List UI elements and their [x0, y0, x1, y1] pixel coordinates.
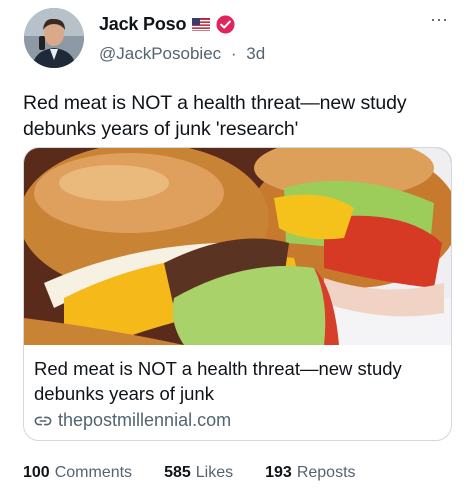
link-icon	[34, 416, 52, 425]
reposts-label: Reposts	[296, 464, 356, 481]
verified-badge-icon	[216, 15, 235, 34]
handle-row: @JackPosobiec · 3d	[99, 44, 265, 64]
likes-stat[interactable]: 585 Likes	[164, 464, 233, 482]
us-flag-icon	[192, 18, 211, 31]
likes-count: 585	[164, 464, 191, 481]
comments-stat[interactable]: 100 Comments	[23, 464, 132, 482]
author-handle[interactable]: @JackPosobiec	[99, 44, 221, 63]
card-domain: thepostmillennial.com	[58, 410, 232, 430]
comments-label: Comments	[54, 464, 133, 481]
reposts-stat[interactable]: 193 Reposts	[265, 464, 355, 482]
card-image[interactable]	[24, 148, 451, 345]
avatar-photo	[24, 8, 84, 68]
link-card[interactable]: Red meat is NOT a health threat—new stud…	[23, 147, 452, 441]
author-name[interactable]: Jack Poso	[99, 14, 186, 35]
card-domain-row[interactable]: thepostmillennial.com	[34, 410, 231, 431]
comments-count: 100	[23, 464, 50, 481]
avatar[interactable]	[24, 8, 84, 68]
more-options-icon[interactable]: ⋯	[430, 10, 449, 31]
likes-label: Likes	[195, 464, 234, 481]
engagement-stats: 100 Comments 585 Likes 193 Reposts	[23, 464, 388, 482]
timestamp[interactable]: 3d	[246, 44, 265, 63]
tweet-text: Red meat is NOT a health threat—new stud…	[23, 92, 407, 140]
card-title[interactable]: Red meat is NOT a health threat—new stud…	[34, 356, 444, 406]
separator-dot: ·	[230, 44, 237, 63]
author-row: Jack Poso	[99, 14, 235, 35]
reposts-count: 193	[265, 464, 292, 481]
